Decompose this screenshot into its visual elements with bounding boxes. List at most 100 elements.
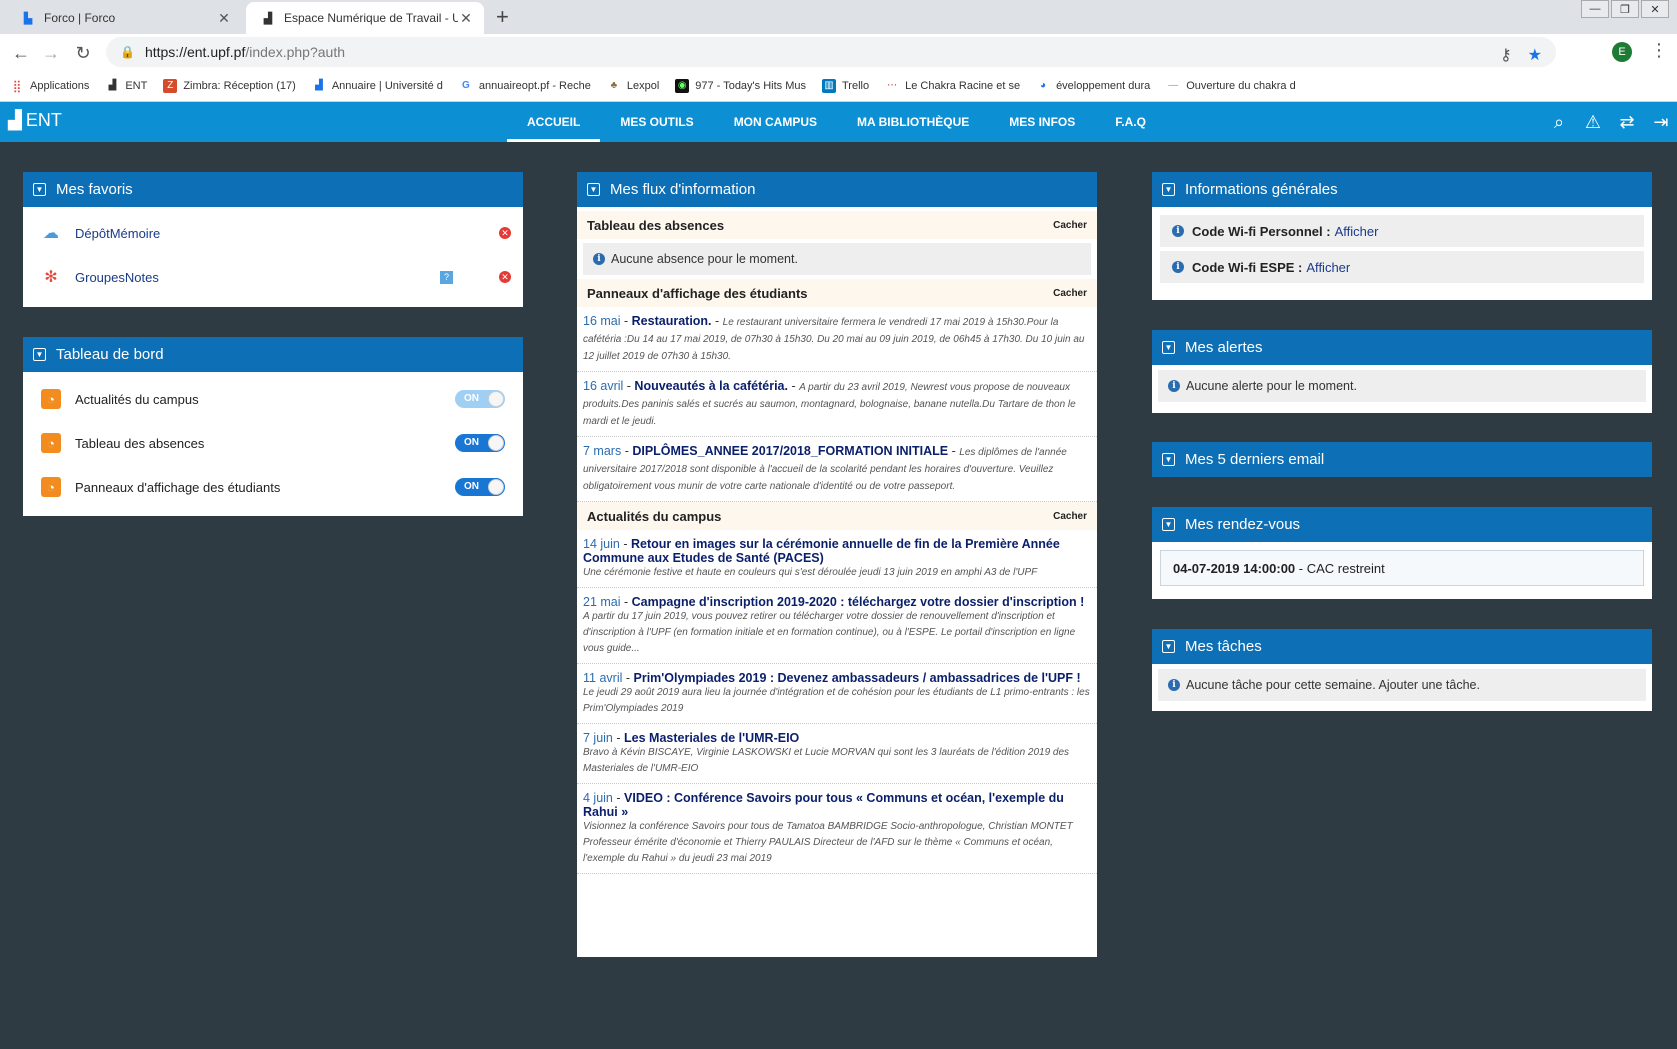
browser-tabstrip: ▙ Forco | Forco ✕ ▟ Espace Numérique de … (0, 0, 1677, 34)
menu-ma-bibliotheque[interactable]: MA BIBLIOTHÈQUE (837, 102, 989, 142)
bookmark-zimbra[interactable]: Z Zimbra: Réception (17) (163, 78, 296, 93)
news-title[interactable]: DIPLÔMES_ANNEE 2017/2018_FORMATION INITI… (632, 444, 948, 458)
news-date: 21 mai (583, 595, 621, 609)
emails-header: ▼ Mes 5 derniers email (1152, 442, 1652, 477)
bookmark-977[interactable]: ◉ 977 - Today's Hits Mus (675, 78, 806, 93)
rendez-vous-panel: ▼ Mes rendez-vous 04-07-2019 14:00:00 - … (1152, 507, 1652, 599)
ent-logo-icon: ▟ (314, 80, 323, 91)
browser-tab-ent[interactable]: ▟ Espace Numérique de Travail - Univ ✕ (246, 2, 484, 34)
menu-mes-infos[interactable]: MES INFOS (989, 102, 1095, 142)
news-item: 16 avril - Nouveautés à la cafétéria. - … (577, 372, 1097, 437)
search-icon[interactable]: ⌕ (1549, 112, 1569, 132)
news-title[interactable]: Restauration. (632, 314, 712, 328)
bookmark-annuaireopt[interactable]: Gannuaireopt.pf - Reche (459, 79, 591, 93)
minimize-button[interactable]: — (1581, 0, 1609, 18)
address-bar[interactable]: 🔒 https://ent.upf.pf/index.php?auth ⚷ ★ (106, 37, 1556, 67)
collapse-chevron-icon[interactable]: ▼ (587, 183, 600, 196)
menu-mon-campus[interactable]: MON CAMPUS (714, 102, 837, 142)
menu-accueil[interactable]: ACCUEIL (507, 102, 601, 142)
browser-toolbar: ← → ↻ 🔒 https://ent.upf.pf/index.php?aut… (0, 34, 1677, 70)
tab-close-icon[interactable]: ✕ (216, 10, 232, 27)
reload-icon[interactable]: ↻ (70, 40, 96, 66)
news-title[interactable]: Campagne d'inscription 2019-2020 : téléc… (632, 595, 1085, 609)
close-window-button[interactable]: ✕ (1641, 0, 1669, 18)
feed-toggle[interactable]: ON (455, 478, 505, 496)
news-date: 7 juin (583, 731, 613, 745)
google-icon: G (462, 80, 470, 91)
hide-link[interactable]: Cacher (1053, 511, 1087, 522)
news-date: 16 avril (583, 379, 624, 393)
afficher-link[interactable]: Afficher (1335, 224, 1379, 239)
ent-logo[interactable]: ▟ ENT (8, 110, 62, 131)
emails-panel: ▼ Mes 5 derniers email (1152, 442, 1652, 477)
favori-link[interactable]: GroupesNotes (75, 270, 159, 285)
sync-icon[interactable]: ⇄ (1617, 112, 1637, 132)
feed-toggle[interactable]: ON (455, 390, 505, 408)
collapse-chevron-icon[interactable]: ▼ (1162, 640, 1175, 653)
hide-link[interactable]: Cacher (1053, 220, 1087, 231)
bookmark-star-icon[interactable]: ★ (1528, 45, 1542, 65)
news-title[interactable]: VIDEO : Conférence Savoirs pour tous « C… (583, 791, 1064, 819)
bookmark-chakra-racine[interactable]: ⋯ Le Chakra Racine et se (885, 79, 1020, 93)
forco-favicon-icon: ▙ (23, 12, 33, 25)
new-tab-button[interactable]: + (496, 4, 509, 30)
main-menu: ACCUEIL MES OUTILS MON CAMPUS MA BIBLIOT… (507, 102, 1166, 142)
bookmark-ouverture-chakra[interactable]: — Ouverture du chakra d (1166, 79, 1295, 93)
menu-mes-outils[interactable]: MES OUTILS (600, 102, 713, 142)
hide-link[interactable]: Cacher (1053, 288, 1087, 299)
feed-toggle[interactable]: ON (455, 434, 505, 452)
news-item: 7 juin - Les Masteriales de l'UMR-EIO Br… (577, 724, 1097, 784)
tab-close-icon[interactable]: ✕ (458, 10, 474, 27)
profile-avatar[interactable]: E (1612, 42, 1632, 62)
collapse-chevron-icon[interactable]: ▼ (1162, 518, 1175, 531)
bookmark-trello[interactable]: ▥ Trello (822, 78, 869, 93)
afficher-link[interactable]: Afficher (1306, 260, 1350, 275)
bookmark-annuaire[interactable]: ▟ Annuaire | Université d (312, 79, 443, 93)
restore-button[interactable]: ❐ (1611, 0, 1639, 18)
remove-icon[interactable]: ✕ (499, 227, 511, 239)
bookmark-developpement[interactable]: ◕ éveloppement dura (1036, 79, 1150, 93)
news-title[interactable]: Nouveautés à la cafétéria. (634, 379, 788, 393)
bookmark-ent[interactable]: ▟ ENT (105, 79, 147, 93)
news-title[interactable]: Prim'Olympiades 2019 : Devenez ambassade… (634, 671, 1081, 685)
info-square-icon[interactable]: ? (440, 270, 453, 284)
logout-icon[interactable]: ⇥ (1651, 112, 1671, 132)
remove-icon[interactable]: ✕ (499, 271, 511, 283)
collapse-chevron-icon[interactable]: ▼ (1162, 341, 1175, 354)
forward-arrow-icon[interactable]: → (38, 40, 64, 66)
wifi-personnel-row: i Code Wi-fi Personnel : Afficher (1160, 215, 1644, 247)
browser-tab-forco[interactable]: ▙ Forco | Forco ✕ (6, 2, 242, 34)
news-title[interactable]: Les Masteriales de l'UMR-EIO (624, 731, 799, 745)
collapse-chevron-icon[interactable]: ▼ (33, 348, 46, 361)
collapse-chevron-icon[interactable]: ▼ (1162, 183, 1175, 196)
favoris-panel: ▼ Mes favoris ☁ DépôtMémoire ✕ ✻ Groupes… (23, 172, 523, 307)
cloud-upload-icon: ☁ (43, 225, 59, 242)
radio-icon: ◉ (675, 78, 690, 93)
warning-icon[interactable]: ⚠ (1583, 112, 1603, 132)
news-title[interactable]: Retour en images sur la cérémonie annuel… (583, 537, 1060, 565)
news-desc: Une cérémonie festive et haute en couleu… (583, 567, 1038, 578)
key-icon[interactable]: ⚷ (1500, 45, 1512, 65)
ent-logo-icon: ▟ (108, 80, 117, 91)
browser-menu-icon[interactable]: ⋮ (1650, 40, 1668, 61)
news-date: 4 juin (583, 791, 613, 805)
favori-item: ☁ DépôtMémoire ✕ (23, 211, 523, 255)
back-arrow-icon[interactable]: ← (8, 40, 34, 66)
news-item: 14 juin - Retour en images sur la cérémo… (577, 530, 1097, 588)
globe-icon: ◕ (1040, 80, 1047, 91)
collapse-chevron-icon[interactable]: ▼ (33, 183, 46, 196)
favori-link[interactable]: DépôtMémoire (75, 226, 160, 241)
zimbra-icon: Z (163, 78, 178, 93)
tab-title: Forco | Forco (44, 11, 116, 25)
rendez-vous-item[interactable]: 04-07-2019 14:00:00 - CAC restreint (1160, 550, 1644, 586)
wifi-espe-row: i Code Wi-fi ESPE : Afficher (1160, 251, 1644, 283)
bookmark-lexpol[interactable]: ♣ Lexpol (607, 79, 660, 93)
menu-faq[interactable]: F.A.Q (1095, 102, 1166, 142)
news-item: 21 mai - Campagne d'inscription 2019-202… (577, 588, 1097, 664)
taches-header: ▼ Mes tâches (1152, 629, 1652, 664)
bookmark-applications[interactable]: ⣿ Applications (10, 79, 90, 93)
collapse-chevron-icon[interactable]: ▼ (1162, 453, 1175, 466)
favoris-header: ▼ Mes favoris (23, 172, 523, 207)
page-icon: ⋯ (887, 80, 898, 91)
taches-notice: i Aucune tâche pour cette semaine. Ajout… (1158, 669, 1646, 701)
